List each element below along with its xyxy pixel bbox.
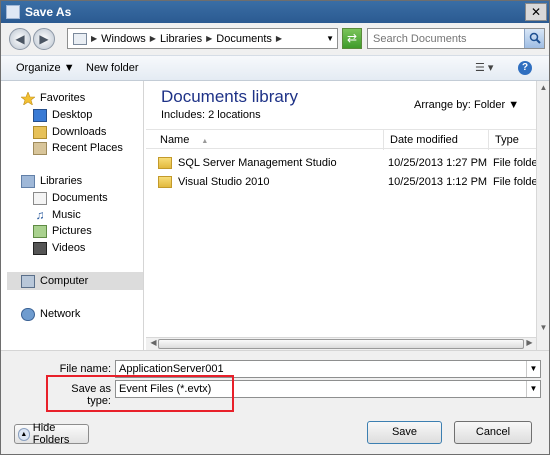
file-type: File folder bbox=[493, 157, 542, 169]
sidebar-label-libraries: Libraries bbox=[40, 175, 83, 187]
file-type: File folder bbox=[493, 176, 542, 188]
star-icon bbox=[21, 91, 35, 105]
file-row[interactable]: SQL Server Management Studio 10/25/2013 … bbox=[154, 155, 549, 173]
file-name: Visual Studio 2010 bbox=[178, 176, 270, 188]
file-date: 10/25/2013 1:12 PM bbox=[388, 176, 488, 188]
sidebar-label-music: Music bbox=[52, 209, 81, 221]
chevron-right-icon[interactable]: ▶ bbox=[150, 34, 156, 43]
sidebar-item-documents[interactable]: Documents bbox=[33, 190, 108, 206]
library-title: Documents library bbox=[161, 87, 298, 106]
content-area: Favorites Desktop Downloads Recent Place… bbox=[1, 81, 549, 350]
cancel-button[interactable]: Cancel bbox=[454, 421, 532, 444]
breadcrumb-libraries[interactable]: Libraries bbox=[160, 33, 202, 45]
view-options-icon[interactable]: ☰ ▾ bbox=[475, 61, 493, 74]
libraries-icon bbox=[21, 174, 35, 188]
file-date: 10/25/2013 1:27 PM bbox=[388, 157, 488, 169]
close-button[interactable]: ✕ bbox=[525, 3, 547, 21]
scroll-up-icon[interactable]: ▲ bbox=[538, 83, 549, 95]
library-icon bbox=[73, 32, 87, 45]
recent-places-icon bbox=[33, 141, 47, 155]
navigation-pane: Favorites Desktop Downloads Recent Place… bbox=[1, 81, 144, 350]
sidebar-label-desktop: Desktop bbox=[52, 109, 93, 121]
chevron-down-icon[interactable]: ▼ bbox=[526, 361, 540, 377]
sidebar-label-videos: Videos bbox=[52, 242, 86, 254]
arrange-by-label: Arrange by: bbox=[414, 99, 471, 111]
window-title: Save As bbox=[25, 5, 72, 19]
sidebar-item-computer[interactable]: Computer bbox=[7, 272, 143, 290]
sort-ascending-icon: ▲ bbox=[201, 138, 209, 145]
search-box[interactable] bbox=[367, 28, 545, 49]
sidebar-label-favorites: Favorites bbox=[40, 92, 86, 104]
help-icon[interactable]: ? bbox=[518, 61, 532, 75]
command-bar: Organize ▼ New folder ☰ ▾ ? bbox=[1, 55, 549, 81]
sidebar-item-videos[interactable]: Videos bbox=[33, 240, 85, 256]
music-icon: ♫ bbox=[35, 207, 45, 222]
sidebar-libraries[interactable]: Libraries bbox=[21, 173, 82, 189]
pictures-icon bbox=[33, 224, 47, 238]
save-as-dialog: Save As ✕ ◀ ▶ ▶ Windows ▶ Libraries ▶ Do… bbox=[0, 0, 550, 455]
sidebar-label-recent-places: Recent Places bbox=[52, 142, 123, 154]
organize-button[interactable]: Organize ▼ bbox=[16, 62, 75, 74]
save-button[interactable]: Save bbox=[367, 421, 442, 444]
chevron-up-icon: ▲ bbox=[18, 427, 30, 441]
highlight-annotation-box bbox=[46, 375, 234, 412]
refresh-button[interactable]: ⇄ bbox=[342, 28, 362, 49]
chevron-right-icon[interactable]: ▶ bbox=[206, 34, 212, 43]
file-row[interactable]: Visual Studio 2010 10/25/2013 1:12 PM Fi… bbox=[154, 174, 549, 192]
column-name-label: Name bbox=[160, 134, 190, 146]
scroll-down-icon[interactable]: ▼ bbox=[538, 323, 549, 335]
file-name-label: File name: bbox=[59, 363, 111, 375]
save-options-panel: File name: ▼ Save as type: Event Files (… bbox=[1, 350, 549, 454]
back-button[interactable]: ◀ bbox=[9, 28, 31, 50]
column-header-row: Name ▲ Date modified Type bbox=[146, 129, 546, 150]
sidebar-item-desktop[interactable]: Desktop bbox=[33, 107, 92, 123]
horizontal-scroll-thumb[interactable] bbox=[158, 339, 524, 349]
breadcrumb-documents[interactable]: Documents bbox=[216, 33, 272, 45]
sidebar-label-downloads: Downloads bbox=[52, 126, 107, 138]
horizontal-scrollbar[interactable]: ◀ ▶ bbox=[146, 337, 536, 350]
vertical-scrollbar[interactable]: ▲ ▼ bbox=[536, 81, 549, 350]
sidebar-item-downloads[interactable]: Downloads bbox=[33, 124, 106, 140]
sidebar-item-pictures[interactable]: Pictures bbox=[33, 223, 92, 239]
column-header-date[interactable]: Date modified bbox=[384, 130, 489, 150]
documents-icon bbox=[33, 191, 47, 205]
chevron-right-icon[interactable]: ▶ bbox=[276, 34, 282, 43]
videos-icon bbox=[33, 241, 47, 255]
folder-icon bbox=[158, 157, 172, 169]
chevron-down-icon[interactable]: ▼ bbox=[526, 381, 540, 397]
chevron-down-icon[interactable]: ▼ bbox=[326, 34, 334, 43]
forward-button[interactable]: ▶ bbox=[33, 28, 55, 50]
sidebar-label-computer: Computer bbox=[40, 275, 89, 287]
sidebar-favorites[interactable]: Favorites bbox=[21, 90, 85, 106]
search-input[interactable] bbox=[368, 29, 524, 48]
file-name: SQL Server Management Studio bbox=[178, 157, 337, 169]
chevron-right-icon[interactable]: ▶ bbox=[91, 34, 97, 43]
sidebar-label-network: Network bbox=[40, 308, 81, 320]
search-icon[interactable] bbox=[524, 29, 544, 48]
window-icon bbox=[6, 5, 20, 19]
breadcrumb-windows[interactable]: Windows bbox=[101, 33, 146, 45]
file-list-pane: Documents library Includes: 2 locations … bbox=[146, 81, 546, 350]
sidebar-item-music[interactable]: ♫ Music bbox=[33, 207, 81, 223]
sidebar-item-network[interactable]: Network bbox=[21, 306, 80, 322]
folder-icon bbox=[158, 176, 172, 188]
hide-folders-button[interactable]: ▲ Hide Folders bbox=[14, 422, 89, 446]
desktop-icon bbox=[33, 108, 47, 122]
library-includes[interactable]: Includes: 2 locations bbox=[161, 109, 261, 121]
hide-folders-label: Hide Folders bbox=[32, 422, 70, 446]
sidebar-label-pictures: Pictures bbox=[52, 225, 92, 237]
sidebar-label-documents: Documents bbox=[52, 192, 108, 204]
downloads-icon bbox=[33, 125, 47, 139]
title-bar[interactable]: Save As ✕ bbox=[1, 1, 549, 23]
address-row: ◀ ▶ ▶ Windows ▶ Libraries ▶ Documents ▶ … bbox=[1, 23, 549, 55]
sidebar-item-recent-places[interactable]: Recent Places bbox=[33, 140, 123, 156]
column-header-name[interactable]: Name ▲ bbox=[154, 130, 384, 150]
arrange-by-dropdown[interactable]: Folder ▼ bbox=[474, 99, 519, 111]
scroll-right-icon[interactable]: ▶ bbox=[524, 338, 535, 350]
address-bar[interactable]: ▶ Windows ▶ Libraries ▶ Documents ▶ ▼ bbox=[67, 28, 338, 49]
network-icon bbox=[21, 307, 35, 321]
computer-icon bbox=[21, 274, 35, 288]
new-folder-button[interactable]: New folder bbox=[86, 62, 139, 74]
